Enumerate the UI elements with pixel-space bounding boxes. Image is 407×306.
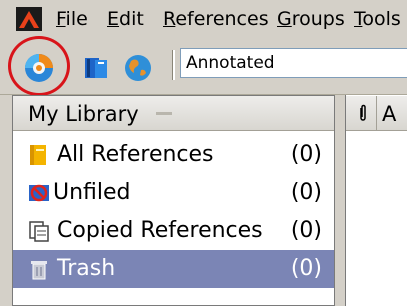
unfiled-icon — [29, 184, 49, 202]
menu-groups[interactable]: Groups — [277, 6, 345, 32]
app-icon[interactable] — [16, 7, 42, 31]
book-icon — [85, 58, 107, 78]
collection-item-trash[interactable]: Trash (0) — [13, 250, 334, 288]
online-search-button[interactable] — [116, 40, 160, 96]
folder-icon — [30, 145, 46, 165]
collection-item-unfiled[interactable]: Unfiled (0) — [13, 174, 334, 212]
collection-count: (0) — [290, 256, 322, 281]
toolbar-divider — [172, 50, 175, 80]
menu-tools[interactable]: Tools — [354, 6, 401, 32]
collection-label: All References — [57, 142, 214, 167]
menu-file[interactable]: File — [56, 6, 88, 32]
collection-count: (0) — [290, 180, 322, 205]
paperclip-icon — [360, 104, 366, 121]
collection-item-copied-references[interactable]: Copied References (0) — [13, 212, 334, 250]
add-reference-button[interactable] — [74, 40, 118, 96]
globe-icon — [125, 55, 151, 81]
column-author[interactable]: A — [382, 99, 396, 129]
trash-icon — [31, 261, 47, 280]
collection-count: (0) — [290, 142, 322, 167]
collection-label: Trash — [57, 256, 116, 281]
collection-item-all-references[interactable]: All References (0) — [13, 136, 334, 174]
copied-references-icon — [29, 221, 49, 242]
pane-splitter[interactable] — [335, 95, 345, 306]
menu-references[interactable]: References — [163, 6, 269, 32]
style-select-value: Annotated — [186, 53, 275, 73]
column-attachment[interactable] — [350, 96, 377, 130]
resize-grip[interactable] — [156, 112, 172, 115]
menu-edit[interactable]: Edit — [107, 6, 144, 32]
highlight-ring — [8, 36, 70, 96]
collection-label: Unfiled — [53, 180, 131, 205]
pane-title: My Library — [28, 102, 139, 126]
collection-count: (0) — [290, 218, 322, 243]
collection-label: Copied References — [57, 218, 263, 243]
